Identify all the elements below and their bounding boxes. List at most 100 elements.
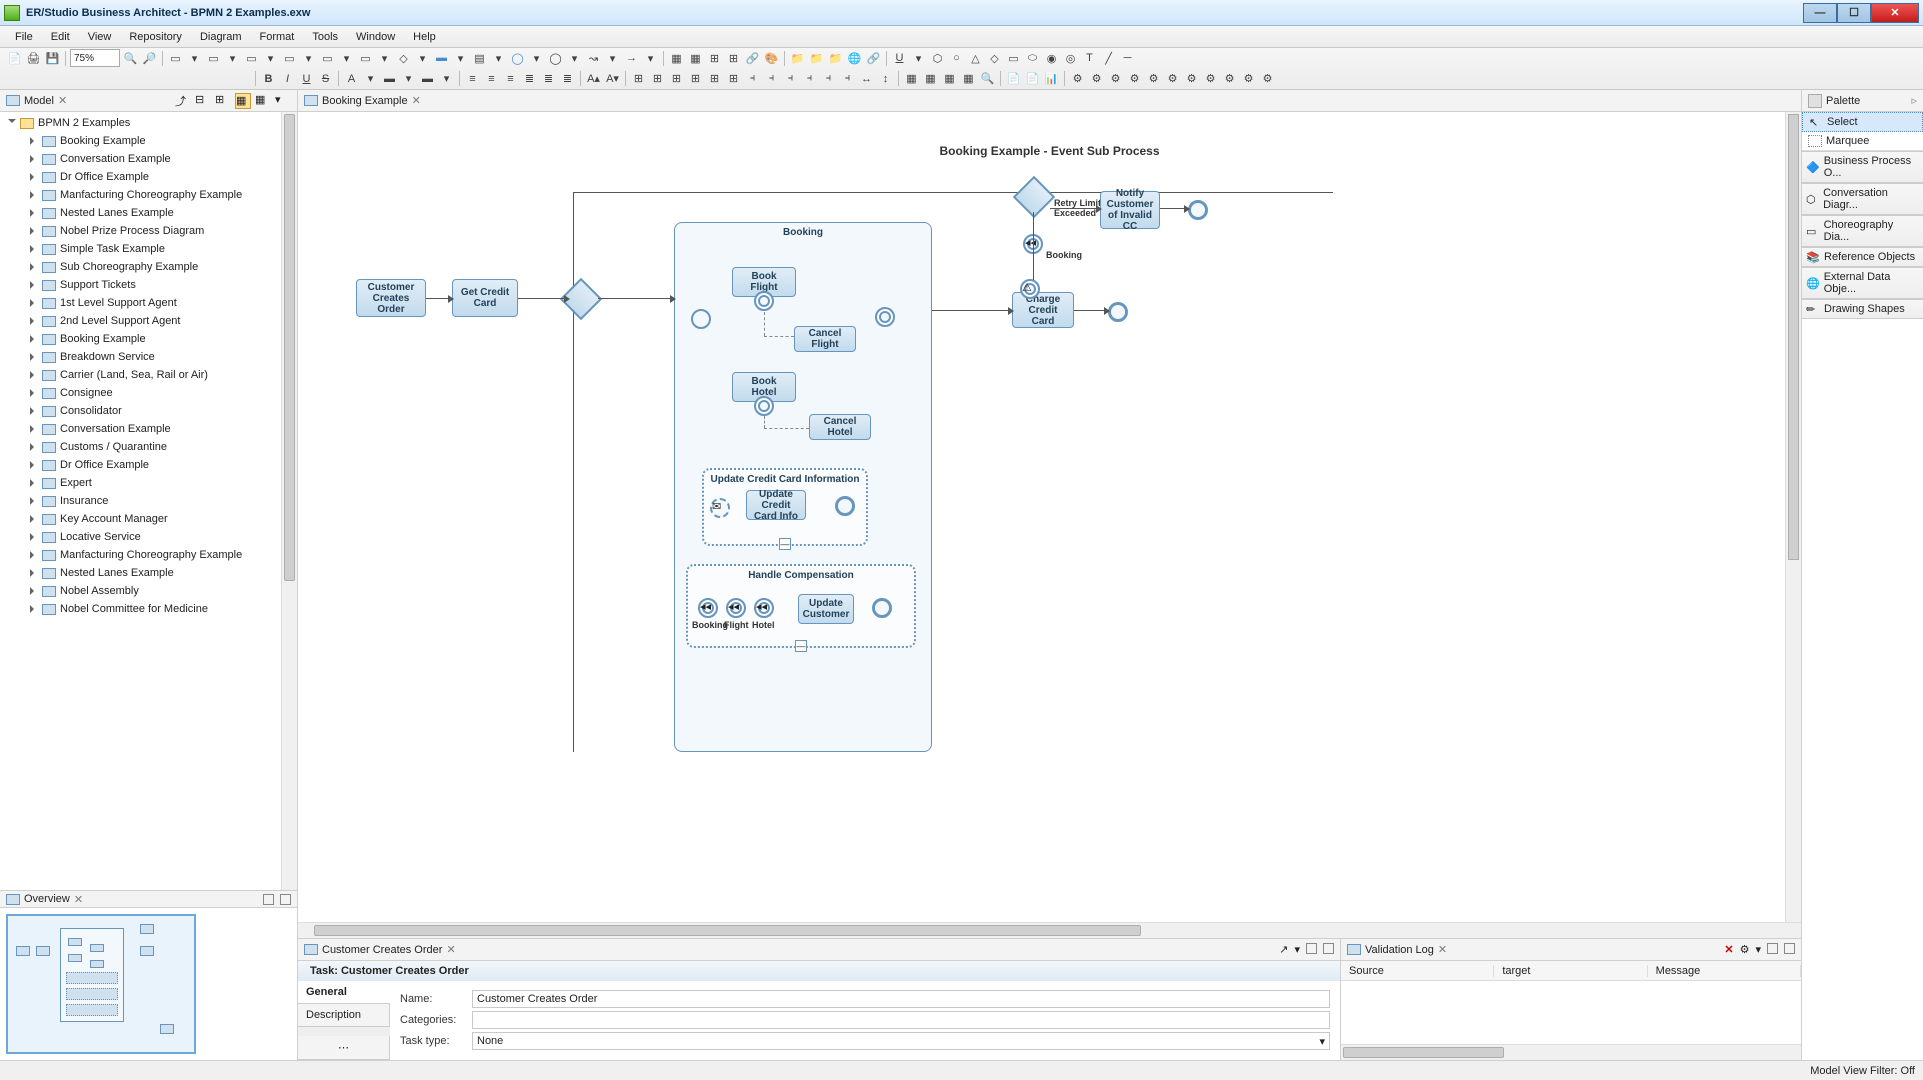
- dropdown-icon[interactable]: ▾: [642, 50, 659, 67]
- align-center-icon[interactable]: ≡: [483, 70, 500, 87]
- dropdown-icon[interactable]: ▾: [362, 70, 379, 87]
- dropdown-icon[interactable]: ▾: [300, 50, 317, 67]
- grid-icon[interactable]: ▦: [687, 50, 704, 67]
- folder-icon[interactable]: 📁: [827, 50, 844, 67]
- folder-icon[interactable]: 📁: [808, 50, 825, 67]
- shape-circle-icon[interactable]: ○: [948, 50, 965, 67]
- val-min-icon[interactable]: [1767, 943, 1778, 954]
- prop-tool-icon[interactable]: ↗: [1279, 943, 1288, 956]
- validation-tool-icon[interactable]: ⚙: [1740, 943, 1750, 956]
- doc-icon[interactable]: 📄: [1005, 70, 1022, 87]
- tree-scrollbar[interactable]: [284, 114, 295, 581]
- underline-icon[interactable]: U: [298, 70, 315, 87]
- palette-drawer[interactable]: ⬡Conversation Diagr...: [1802, 183, 1923, 215]
- diagram-hscroll[interactable]: [314, 925, 1141, 936]
- find-icon[interactable]: 🔍: [979, 70, 996, 87]
- validation-menu-icon[interactable]: ▾: [1755, 943, 1761, 956]
- tree-item[interactable]: Conversation Example: [0, 150, 297, 168]
- prop-cat-field[interactable]: [472, 1011, 1330, 1029]
- shape-round-icon[interactable]: ◉: [1043, 50, 1060, 67]
- print-icon[interactable]: 🖨: [25, 50, 42, 67]
- distribute-icon[interactable]: ⊞: [649, 70, 666, 87]
- palette-menu-icon[interactable]: ▹: [1911, 94, 1917, 107]
- fill-icon[interactable]: ▬: [381, 70, 398, 87]
- dropdown-icon[interactable]: ▾: [438, 70, 455, 87]
- side-tab-general[interactable]: General: [298, 981, 390, 1004]
- update-cc-end-event[interactable]: [835, 496, 855, 516]
- tree-item[interactable]: Booking Example: [0, 132, 297, 150]
- align-right-icon[interactable]: ≡: [502, 70, 519, 87]
- align-left-icon[interactable]: ≡: [464, 70, 481, 87]
- shape-icon[interactable]: ▭: [243, 50, 260, 67]
- align-icon[interactable]: ⫞: [839, 70, 856, 87]
- underline-icon[interactable]: U: [891, 50, 908, 67]
- palette-tool-select[interactable]: ↖ Select: [1802, 112, 1923, 132]
- doc-icon[interactable]: 📄: [1024, 70, 1041, 87]
- max-icon[interactable]: [280, 894, 291, 905]
- size-icon[interactable]: ↔: [858, 70, 875, 87]
- tree-item[interactable]: Key Account Manager: [0, 510, 297, 528]
- link-icon[interactable]: 🔗: [865, 50, 882, 67]
- val-col-source[interactable]: Source: [1341, 965, 1494, 977]
- tree-item[interactable]: Sub Choreography Example: [0, 258, 297, 276]
- book-flight-boundary-event[interactable]: [754, 291, 774, 311]
- palette-drawer[interactable]: ▭Choreography Dia...: [1802, 215, 1923, 247]
- tree-item[interactable]: Breakdown Service: [0, 348, 297, 366]
- side-tab-description[interactable]: Description: [298, 1004, 390, 1027]
- globe-icon[interactable]: 🌐: [846, 50, 863, 67]
- grid-icon[interactable]: ▦: [668, 50, 685, 67]
- task-customer-creates-order[interactable]: Customer Creates Order: [356, 279, 426, 317]
- shape-icon[interactable]: ◎: [1062, 50, 1079, 67]
- clear-validation-icon[interactable]: ✕: [1724, 943, 1733, 956]
- align-mid-icon[interactable]: ≣: [540, 70, 557, 87]
- side-tab-more[interactable]: ⋯: [298, 1036, 390, 1060]
- task-cancel-hotel[interactable]: Cancel Hotel: [809, 414, 871, 440]
- dropdown-icon[interactable]: ▾: [186, 50, 203, 67]
- menu-view[interactable]: View: [79, 28, 121, 46]
- close-validation-icon[interactable]: ✕: [1438, 943, 1447, 956]
- dropdown-icon[interactable]: ▾: [528, 50, 545, 67]
- close-view-icon[interactable]: ✕: [58, 94, 67, 107]
- task-cancel-flight[interactable]: Cancel Flight: [794, 326, 856, 352]
- tree-item[interactable]: Booking Example: [0, 330, 297, 348]
- misc-icon[interactable]: ⚙: [1240, 70, 1257, 87]
- expand-icon[interactable]: ⊞: [215, 93, 231, 109]
- misc-icon[interactable]: ⚙: [1107, 70, 1124, 87]
- dropdown-icon[interactable]: ▾: [338, 50, 355, 67]
- collapse-icon[interactable]: ⊟: [195, 93, 211, 109]
- booking-start-event[interactable]: [691, 309, 711, 329]
- close-editor-icon[interactable]: ✕: [412, 94, 421, 107]
- close-button[interactable]: ✕: [1871, 3, 1919, 23]
- dropdown-icon[interactable]: ▾: [262, 50, 279, 67]
- line-icon[interactable]: ╱: [1100, 50, 1117, 67]
- layout-icon[interactable]: ▦: [903, 70, 920, 87]
- chart-icon[interactable]: 📊: [1043, 70, 1060, 87]
- palette-drawer[interactable]: 🔷Business Process O...: [1802, 151, 1923, 183]
- font-inc-icon[interactable]: A▴: [585, 70, 602, 87]
- charge-cc-boundary-event[interactable]: ⚠: [1020, 279, 1040, 299]
- shape-tri-icon[interactable]: △: [967, 50, 984, 67]
- menu-help[interactable]: Help: [404, 28, 445, 46]
- diagram-canvas[interactable]: Booking Example - Event Sub Process Cust…: [298, 112, 1801, 922]
- link-editor-icon[interactable]: ⤴: [175, 93, 191, 109]
- event-icon[interactable]: ◯: [547, 50, 564, 67]
- dropdown-icon[interactable]: ▾: [414, 50, 431, 67]
- misc-icon[interactable]: ⚙: [1088, 70, 1105, 87]
- dropdown-icon[interactable]: ▾: [452, 50, 469, 67]
- strike-icon[interactable]: S: [317, 70, 334, 87]
- new-icon[interactable]: 📄: [6, 50, 23, 67]
- tool-icon[interactable]: ▦: [255, 93, 271, 109]
- menu-down-icon[interactable]: ▾: [275, 93, 291, 109]
- task-blue-icon[interactable]: ▬: [433, 50, 450, 67]
- val-col-message[interactable]: Message: [1648, 965, 1801, 977]
- misc-icon[interactable]: ⚙: [1202, 70, 1219, 87]
- dropdown-icon[interactable]: ▾: [910, 50, 927, 67]
- task-charge-credit-card[interactable]: Charge Credit Card: [1012, 292, 1074, 328]
- editor-tab-title[interactable]: Booking Example: [322, 95, 408, 107]
- shape-hex-icon[interactable]: ⬡: [929, 50, 946, 67]
- maximize-button[interactable]: ☐: [1837, 3, 1871, 23]
- zoom-combo[interactable]: 75%: [70, 49, 120, 67]
- tree-item[interactable]: Consignee: [0, 384, 297, 402]
- align-top-icon[interactable]: ≣: [521, 70, 538, 87]
- dropdown-icon[interactable]: ▾: [566, 50, 583, 67]
